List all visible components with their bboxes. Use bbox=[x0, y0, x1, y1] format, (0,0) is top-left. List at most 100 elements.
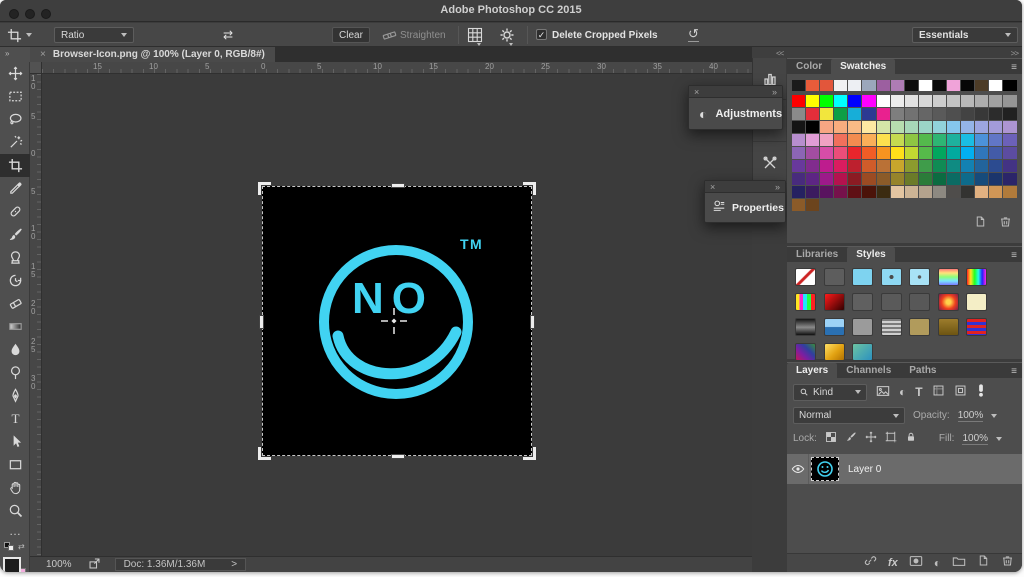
color-swatch[interactable] bbox=[919, 186, 932, 198]
color-swatch[interactable] bbox=[820, 186, 833, 198]
style-thumbnail[interactable] bbox=[824, 318, 845, 336]
tab-paths[interactable]: Paths bbox=[900, 363, 945, 378]
color-swatch[interactable] bbox=[905, 147, 918, 159]
zoom-level[interactable]: 100% bbox=[46, 559, 72, 570]
style-thumbnail[interactable] bbox=[824, 343, 845, 361]
tool-rectangle-shape[interactable] bbox=[0, 453, 30, 476]
color-swatch[interactable] bbox=[848, 134, 861, 146]
foreground-color-swatch[interactable] bbox=[3, 557, 21, 572]
tool-history-brush[interactable] bbox=[0, 269, 30, 292]
color-swatch[interactable] bbox=[905, 134, 918, 146]
tool-magic-wand[interactable] bbox=[0, 131, 30, 154]
crop-settings-gear-icon[interactable] bbox=[498, 26, 516, 44]
color-swatch[interactable] bbox=[792, 108, 805, 120]
color-swatch[interactable] bbox=[961, 121, 974, 133]
color-swatch[interactable] bbox=[989, 173, 1002, 185]
tool-hand[interactable] bbox=[0, 476, 30, 499]
image-canvas[interactable]: NO TM bbox=[262, 186, 532, 456]
recent-swatch[interactable] bbox=[975, 80, 988, 91]
reset-crop-icon[interactable]: ↺ bbox=[688, 26, 699, 42]
swap-dimensions-icon[interactable]: ⇄ bbox=[223, 28, 233, 42]
color-swatch[interactable] bbox=[947, 95, 960, 107]
collapse-panel-icon[interactable]: » bbox=[775, 182, 780, 192]
color-swatch[interactable] bbox=[975, 134, 988, 146]
delete-layer-icon[interactable] bbox=[1001, 554, 1014, 572]
layer-thumbnail[interactable] bbox=[811, 457, 839, 481]
recent-swatch[interactable] bbox=[947, 80, 960, 91]
color-swatch[interactable] bbox=[919, 160, 932, 172]
tool-zoom[interactable] bbox=[0, 499, 30, 522]
toolbar-overflow-chevron[interactable]: » bbox=[0, 47, 30, 62]
color-swatch[interactable] bbox=[792, 134, 805, 146]
color-swatch[interactable] bbox=[834, 95, 847, 107]
crop-handle-top-right[interactable] bbox=[523, 182, 536, 195]
panel-menu-icon[interactable]: ≡ bbox=[1011, 250, 1017, 261]
tab-layers[interactable]: Layers bbox=[787, 363, 837, 378]
tool-blur[interactable] bbox=[0, 338, 30, 361]
color-swatch[interactable] bbox=[792, 173, 805, 185]
color-swatch[interactable] bbox=[891, 108, 904, 120]
panel-menu-icon[interactable]: ≡ bbox=[1011, 62, 1017, 73]
delete-cropped-pixels-label[interactable]: Delete Cropped Pixels bbox=[552, 30, 658, 41]
layer-visibility-eye-icon[interactable] bbox=[787, 454, 809, 484]
color-swatch[interactable] bbox=[792, 95, 805, 107]
color-swatch[interactable] bbox=[905, 121, 918, 133]
recent-swatch[interactable] bbox=[877, 80, 890, 91]
color-swatch[interactable] bbox=[877, 134, 890, 146]
crop-handle-bottom-right[interactable] bbox=[523, 447, 536, 460]
lock-pixels-icon[interactable] bbox=[845, 431, 857, 446]
layer-style-fx-icon[interactable]: fx bbox=[888, 557, 898, 569]
color-swatch[interactable] bbox=[961, 147, 974, 159]
share-export-icon[interactable] bbox=[88, 557, 101, 573]
color-swatch[interactable] bbox=[933, 95, 946, 107]
color-swatch[interactable] bbox=[933, 121, 946, 133]
tool-type[interactable]: T bbox=[0, 407, 30, 430]
color-swatch[interactable] bbox=[834, 121, 847, 133]
color-swatch[interactable] bbox=[1003, 173, 1016, 185]
style-thumbnail[interactable] bbox=[966, 268, 987, 286]
tool-move[interactable] bbox=[0, 62, 30, 85]
recent-swatch[interactable] bbox=[834, 80, 847, 91]
tool-eyedropper[interactable] bbox=[0, 177, 30, 200]
recent-swatch[interactable] bbox=[1003, 80, 1016, 91]
color-swatch[interactable] bbox=[961, 95, 974, 107]
color-swatch[interactable] bbox=[989, 121, 1002, 133]
clear-button[interactable]: Clear bbox=[332, 27, 370, 43]
tool-preset-caret[interactable] bbox=[26, 33, 32, 37]
style-thumbnail[interactable] bbox=[795, 343, 816, 361]
close-panel-icon[interactable]: × bbox=[710, 182, 715, 192]
color-swatch[interactable] bbox=[792, 160, 805, 172]
color-swatch[interactable] bbox=[919, 95, 932, 107]
tool-brush[interactable] bbox=[0, 223, 30, 246]
expand-dock-icon[interactable]: >> bbox=[1011, 49, 1018, 58]
filter-shape-layers-icon[interactable] bbox=[932, 384, 945, 400]
tool-lasso[interactable] bbox=[0, 108, 30, 131]
color-swatch[interactable] bbox=[905, 95, 918, 107]
color-swatch[interactable] bbox=[820, 121, 833, 133]
color-swatch[interactable] bbox=[947, 108, 960, 120]
tool-rectangular-marquee[interactable] bbox=[0, 85, 30, 108]
recent-swatch[interactable] bbox=[961, 80, 974, 91]
color-swatch[interactable] bbox=[975, 95, 988, 107]
tab-styles[interactable]: Styles bbox=[847, 247, 894, 262]
color-swatch[interactable] bbox=[975, 147, 988, 159]
color-swatch[interactable] bbox=[877, 121, 890, 133]
filter-smart-object-layers-icon[interactable] bbox=[954, 384, 967, 400]
color-swatch[interactable] bbox=[933, 147, 946, 159]
style-thumbnail[interactable] bbox=[824, 268, 845, 286]
color-swatch[interactable] bbox=[877, 95, 890, 107]
properties-floating-panel[interactable]: × » Properties bbox=[704, 180, 786, 223]
color-swatch[interactable] bbox=[862, 108, 875, 120]
adjustments-floating-panel[interactable]: × » ◐ Adjustments bbox=[688, 85, 783, 130]
ruler-horizontal[interactable]: 151050510152025303540 bbox=[42, 62, 752, 74]
workspace-select[interactable]: Essentials bbox=[912, 27, 1018, 43]
tab-channels[interactable]: Channels bbox=[837, 363, 900, 378]
collapse-panel-icon[interactable]: » bbox=[772, 87, 777, 97]
color-swatch[interactable] bbox=[806, 134, 819, 146]
color-swatch[interactable] bbox=[1003, 121, 1016, 133]
swap-colors-icon[interactable]: ⇄ bbox=[18, 542, 25, 551]
tool-eraser[interactable] bbox=[0, 292, 30, 315]
color-swatch[interactable] bbox=[933, 134, 946, 146]
color-swatch[interactable] bbox=[947, 186, 960, 198]
color-swatch[interactable] bbox=[1003, 160, 1016, 172]
